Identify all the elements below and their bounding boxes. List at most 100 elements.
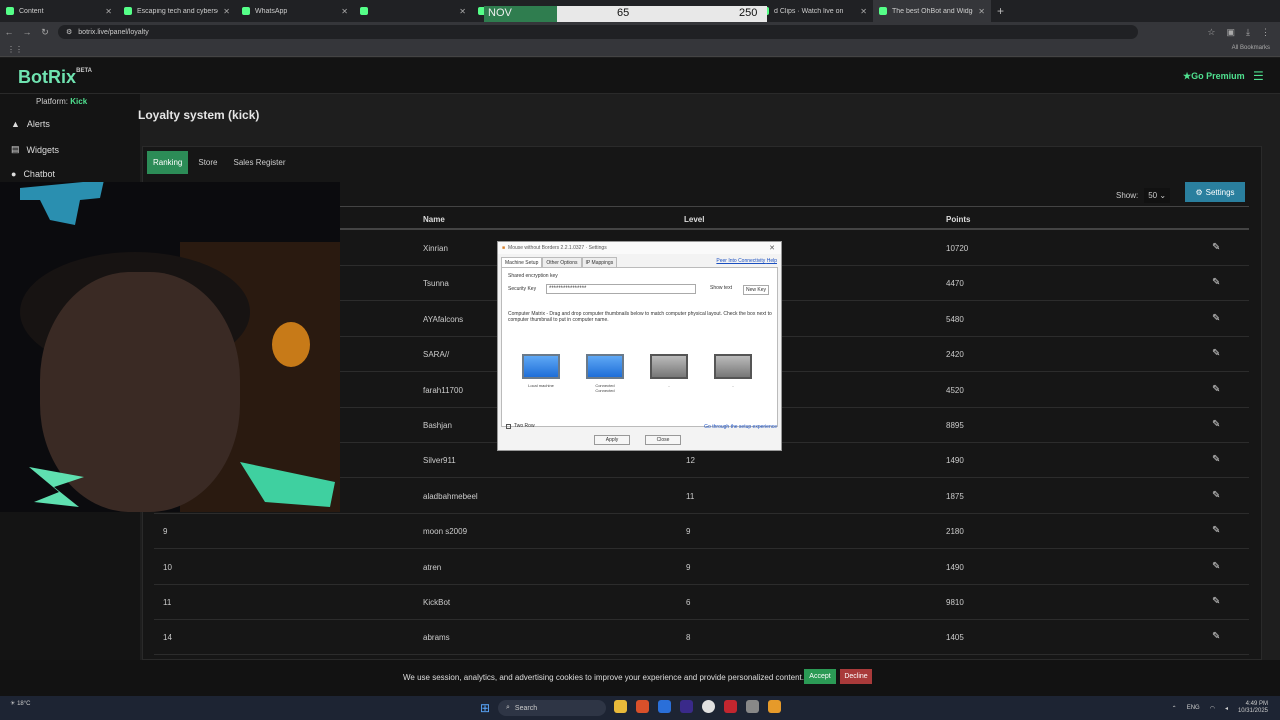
- monitor-2-icon[interactable]: [586, 354, 624, 379]
- security-key-label: Security Key: [508, 286, 537, 292]
- tab-store[interactable]: Store: [192, 151, 223, 174]
- new-tab-icon[interactable]: +: [991, 4, 1010, 18]
- apps-grid-icon[interactable]: ⋮⋮: [7, 45, 23, 54]
- sidebar-item-widgets[interactable]: ▤ Widgets: [11, 144, 59, 155]
- row-points: 10720: [946, 244, 969, 253]
- row-name: KickBot: [423, 598, 451, 607]
- address-bar[interactable]: ⚙ botrix.live/panel/loyalty: [58, 25, 1138, 39]
- monitor-4-icon[interactable]: [714, 354, 752, 379]
- menu-icon[interactable]: ⋮: [1261, 27, 1270, 38]
- go-premium-link[interactable]: ★Go Premium: [1183, 71, 1245, 82]
- webcam-lamp: [272, 322, 310, 367]
- browser-tab[interactable]: d Clips · Watch live on ✕: [755, 0, 873, 22]
- language-indicator[interactable]: ENG: [1187, 705, 1200, 711]
- sidebar-item-label: Widgets: [26, 144, 60, 155]
- sidebar-item-chatbot[interactable]: ● Chatbot: [11, 169, 55, 179]
- brave-icon[interactable]: [636, 700, 649, 713]
- edit-pencil-icon[interactable]: ✎: [1212, 313, 1220, 324]
- row-points: 1490: [946, 562, 964, 572]
- botrix-logo[interactable]: BotRix BETA: [18, 67, 92, 88]
- dialog-title: Mouse without Borders 2.2.1.0327 · Setti…: [508, 245, 607, 251]
- download-icon[interactable]: ⤓: [1246, 27, 1250, 38]
- security-key-field[interactable]: ****************: [546, 284, 696, 294]
- monitor-caption-line: ..: [731, 383, 735, 388]
- file-explorer-icon[interactable]: [614, 700, 627, 713]
- browser-toolbar: ← → ↻ ⚙ botrix.live/panel/loyalty ☆ ▣ ⤓ …: [0, 22, 1280, 42]
- dialog-app-icon: ■: [502, 245, 506, 251]
- edit-pencil-icon[interactable]: ✎: [1212, 596, 1220, 607]
- weather-widget[interactable]: ☀ 18°C: [10, 700, 30, 707]
- app-icon[interactable]: [746, 700, 759, 713]
- taskbar-search[interactable]: ⌕ Search: [498, 700, 606, 716]
- help-link[interactable]: Help: [767, 258, 777, 264]
- row-rank: 11: [163, 598, 172, 607]
- browser-tab[interactable]: The best OhBot and Widgets ✕: [873, 0, 991, 22]
- edit-pencil-icon[interactable]: ✎: [1212, 348, 1220, 359]
- column-points: Points: [946, 215, 971, 224]
- settings-button[interactable]: ⚙ Settings: [1185, 182, 1245, 202]
- peer-connectivity-link[interactable]: Peer Into Connectivity: [716, 258, 765, 264]
- tab-ranking[interactable]: Ranking: [147, 151, 189, 174]
- sidebar-item-alerts[interactable]: ▲ Alerts: [11, 119, 50, 129]
- wifi-icon[interactable]: ◠: [1210, 705, 1215, 712]
- beta-badge: BETA: [76, 68, 92, 74]
- all-bookmarks[interactable]: All Bookmarks: [1232, 45, 1270, 51]
- page-size-select[interactable]: 50 ⌄: [1144, 188, 1171, 203]
- site-info-icon[interactable]: ⚙: [66, 28, 72, 36]
- row-level: 9: [686, 562, 691, 572]
- new-key-button[interactable]: New Key: [743, 285, 770, 295]
- monitor-3-icon[interactable]: [650, 354, 688, 379]
- bookmark-star-icon[interactable]: ☆: [1207, 27, 1215, 38]
- accept-cookies-button[interactable]: Accept: [804, 669, 836, 684]
- menu-toggle-icon[interactable]: ☰: [1253, 69, 1264, 83]
- tab-close-icon[interactable]: ✕: [978, 7, 985, 16]
- tab-sales-register[interactable]: Sales Register: [227, 151, 291, 174]
- browser-tab[interactable]: WhatsApp ✕: [236, 0, 354, 22]
- dialog-close-icon[interactable]: ✕: [769, 244, 781, 252]
- show-text-checkbox[interactable]: Show text: [710, 285, 732, 291]
- extensions-icon[interactable]: ▣: [1227, 27, 1236, 38]
- steam-icon[interactable]: [658, 700, 671, 713]
- row-name: farah11700: [423, 385, 463, 395]
- recorder-icon[interactable]: [724, 700, 737, 713]
- back-icon[interactable]: ←: [0, 27, 18, 37]
- two-row-checkbox[interactable]: Two Row: [506, 423, 535, 429]
- premiere-icon[interactable]: [680, 700, 693, 713]
- setup-experience-link[interactable]: Go through the setup experience: [704, 424, 777, 430]
- tab-close-icon[interactable]: ✕: [341, 7, 348, 16]
- edit-pencil-icon[interactable]: ✎: [1212, 631, 1220, 642]
- chrome-icon[interactable]: [702, 700, 715, 713]
- monitor-1-icon[interactable]: [522, 354, 560, 379]
- reload-icon[interactable]: ↻: [36, 27, 54, 38]
- tray-chevron-icon[interactable]: ⌃: [1172, 705, 1177, 712]
- browser-tab[interactable]: ✕: [354, 0, 472, 22]
- close-button[interactable]: Close: [645, 435, 681, 445]
- gears-icon: ⚙: [1195, 187, 1203, 197]
- start-icon[interactable]: ⊞: [480, 701, 490, 715]
- webcam-overlay: [0, 182, 340, 512]
- clock[interactable]: 4:49 PM 10/31/2025: [1238, 701, 1268, 715]
- app-icon[interactable]: [768, 700, 781, 713]
- row-level: 9: [686, 527, 691, 537]
- forward-icon[interactable]: →: [18, 27, 36, 37]
- tab-close-icon[interactable]: ✕: [860, 7, 867, 16]
- edit-pencil-icon[interactable]: ✎: [1212, 384, 1220, 395]
- volume-icon[interactable]: ◂: [1225, 705, 1228, 712]
- decline-cookies-button[interactable]: Decline: [840, 669, 872, 684]
- row-points: 4520: [946, 385, 964, 395]
- apply-button[interactable]: Apply: [594, 435, 630, 445]
- edit-pencil-icon[interactable]: ✎: [1212, 277, 1220, 288]
- edit-pencil-icon[interactable]: ✎: [1212, 525, 1220, 536]
- goal-target: 250: [739, 7, 758, 19]
- favicon-icon: [360, 7, 368, 15]
- tab-close-icon[interactable]: ✕: [223, 7, 230, 16]
- edit-pencil-icon[interactable]: ✎: [1212, 242, 1220, 253]
- tab-close-icon[interactable]: ✕: [459, 7, 466, 16]
- tab-close-icon[interactable]: ✕: [105, 7, 112, 16]
- edit-pencil-icon[interactable]: ✎: [1212, 490, 1220, 501]
- edit-pencil-icon[interactable]: ✎: [1212, 419, 1220, 430]
- edit-pencil-icon[interactable]: ✎: [1212, 454, 1220, 465]
- edit-pencil-icon[interactable]: ✎: [1212, 561, 1220, 572]
- browser-tab[interactable]: Content ✕: [0, 0, 118, 22]
- browser-tab[interactable]: Escaping tech and cybersecuri ✕: [118, 0, 236, 22]
